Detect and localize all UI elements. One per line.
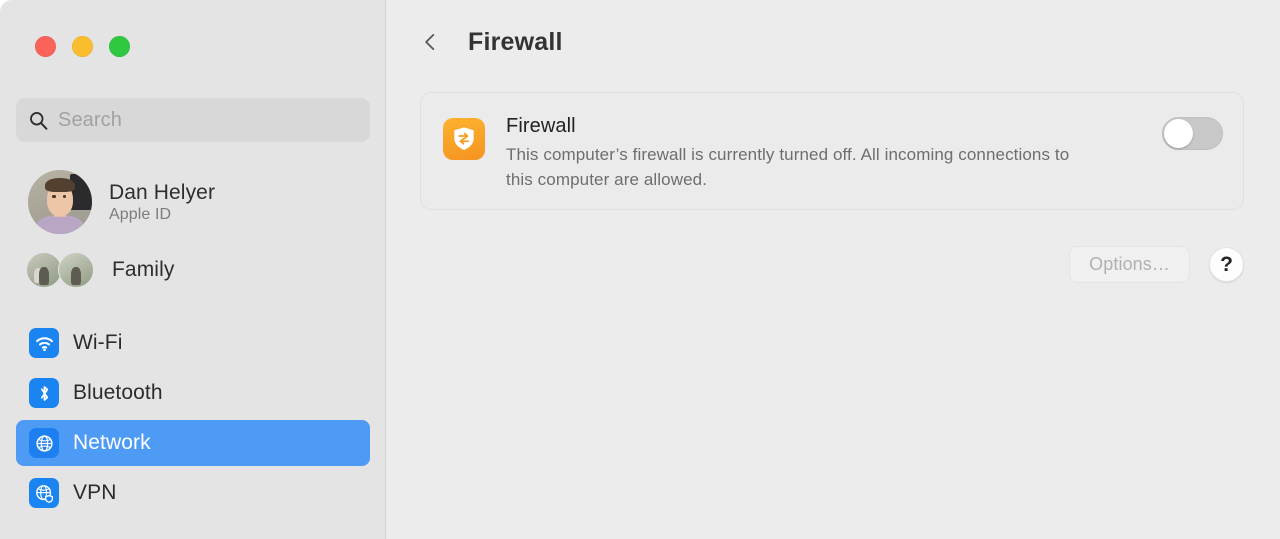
system-settings-window: Search Dan Helyer Apple ID Family Wi-Fi … (0, 0, 1280, 539)
sidebar-item-label: Network (73, 431, 151, 454)
sidebar-item-wifi[interactable]: Wi-Fi (16, 320, 370, 366)
sidebar: Search Dan Helyer Apple ID Family Wi-Fi … (0, 0, 386, 539)
options-button[interactable]: Options… (1069, 246, 1190, 283)
toggle-knob (1164, 119, 1193, 148)
wifi-icon (29, 328, 59, 358)
profile-subtitle: Apple ID (109, 205, 172, 223)
sidebar-item-label: VPN (73, 481, 117, 504)
globe-icon (29, 428, 59, 458)
page-header: Firewall (420, 26, 563, 58)
card-title: Firewall (506, 115, 576, 137)
sidebar-item-label: Wi-Fi (73, 331, 123, 354)
bluetooth-icon (29, 378, 59, 408)
sidebar-item-label: Bluetooth (73, 381, 163, 404)
page-title: Firewall (468, 27, 563, 56)
search-placeholder: Search (58, 108, 122, 131)
action-button-row: Options… ? (1069, 246, 1244, 283)
sidebar-item-vpn[interactable]: VPN (16, 470, 370, 516)
window-traffic-lights (35, 36, 130, 57)
firewall-toggle[interactable] (1162, 117, 1223, 150)
sidebar-item-bluetooth[interactable]: Bluetooth (16, 370, 370, 416)
help-button[interactable]: ? (1209, 247, 1244, 282)
card-description: This computer’s firewall is currently tu… (506, 145, 1070, 189)
search-field[interactable]: Search (16, 98, 370, 142)
profile-name: Dan Helyer (109, 180, 216, 204)
family-label: Family (112, 258, 175, 281)
sidebar-nav-list: Wi-Fi Bluetooth Network VPN (16, 320, 370, 520)
family-row[interactable]: Family (26, 252, 366, 288)
close-button[interactable] (35, 36, 56, 57)
zoom-button[interactable] (109, 36, 130, 57)
sidebar-item-network[interactable]: Network (16, 420, 370, 466)
avatar (28, 170, 92, 234)
minimize-button[interactable] (72, 36, 93, 57)
chevron-left-icon[interactable] (420, 26, 440, 58)
family-avatars (26, 252, 98, 288)
globe-shield-icon (29, 478, 59, 508)
apple-id-profile-row[interactable]: Dan Helyer Apple ID (28, 170, 368, 234)
firewall-card: Firewall This computer’s firewall is cur… (420, 92, 1244, 210)
main-panel: Firewall Firewall This computer’s firewa… (386, 0, 1280, 539)
firewall-shield-icon (443, 118, 485, 160)
search-icon (28, 110, 49, 131)
